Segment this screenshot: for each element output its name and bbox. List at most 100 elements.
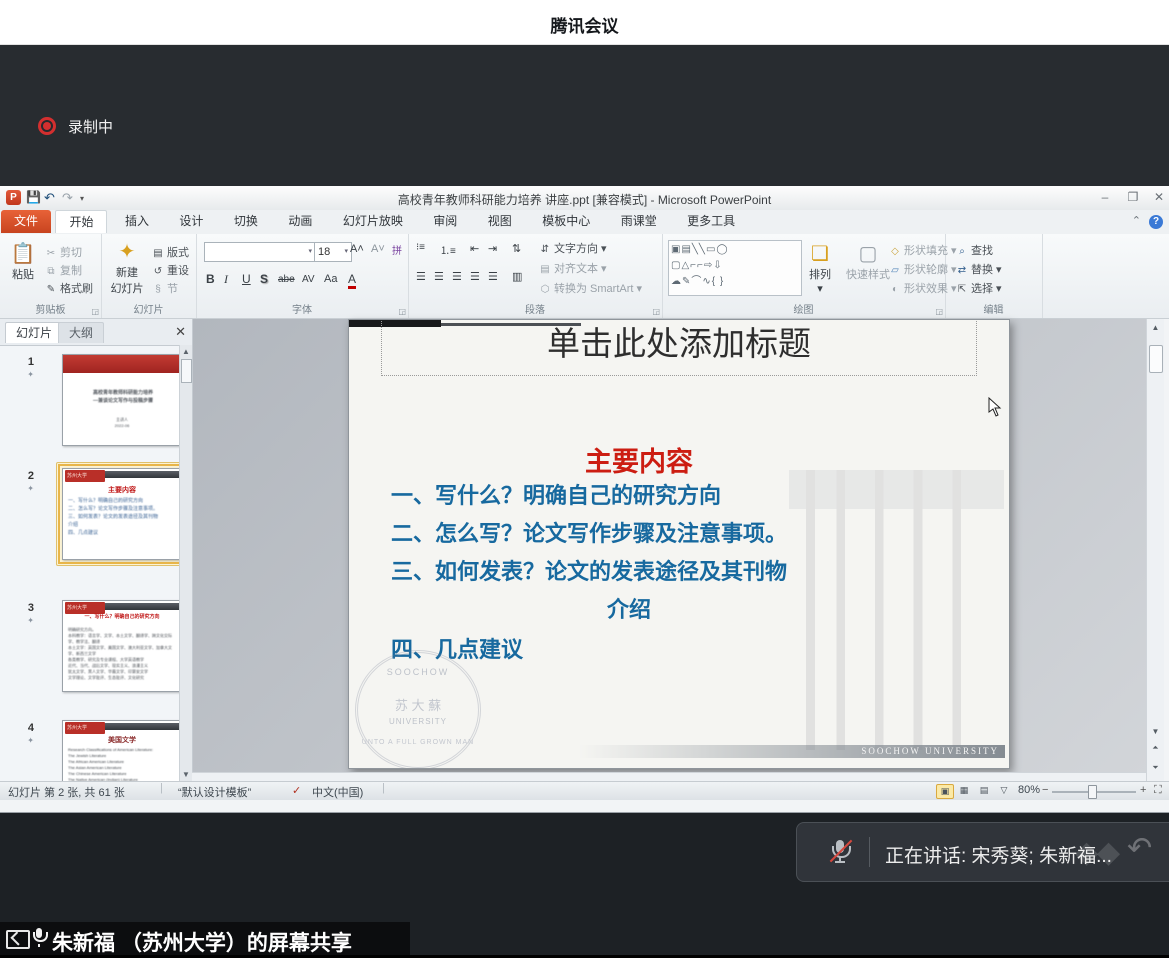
text-direction-button[interactable]: ⇵文字方向 ▾ xyxy=(538,240,607,256)
font-dialog-launcher-icon[interactable]: ◲ xyxy=(398,307,406,316)
tab-transitions[interactable]: 切换 xyxy=(221,210,271,233)
shrink-font-icon[interactable]: A˅ xyxy=(371,243,385,255)
tab-home[interactable]: 开始 xyxy=(55,210,107,233)
quick-styles-button[interactable]: ▢ 快速样式 xyxy=(842,242,894,282)
tab-view[interactable]: 视图 xyxy=(475,210,525,233)
editing-canvas[interactable]: 单击此处添加标题 主要内容 一、写什么？明确自己的研究方向 二、怎么写？论文写作… xyxy=(192,319,1146,781)
slide-sorter-view-button[interactable]: ▦ xyxy=(956,784,972,797)
tab-design[interactable]: 设计 xyxy=(166,210,216,233)
font-size-combo[interactable]: 18▾ xyxy=(314,242,352,262)
font-name-combo[interactable]: ▾ xyxy=(204,242,316,262)
tab-slides-thumbnails[interactable]: 幻灯片 xyxy=(5,322,63,343)
scroll-down-icon[interactable]: ▼ xyxy=(180,770,192,779)
tab-animations[interactable]: 动画 xyxy=(275,210,325,233)
collapse-ribbon-icon[interactable]: ⌃ xyxy=(1132,215,1141,227)
help-icon[interactable]: ? xyxy=(1149,215,1163,229)
tab-more-tools[interactable]: 更多工具 xyxy=(674,210,748,233)
thumbnail-scrollbar[interactable]: ▲ ▼ xyxy=(179,345,192,781)
scroll-down-icon[interactable]: ▼ xyxy=(1147,727,1164,736)
align-right-icon[interactable]: ☰ xyxy=(452,270,462,283)
change-case-button[interactable]: Aa xyxy=(324,273,337,285)
scrollbar-thumb[interactable] xyxy=(181,359,192,383)
shapes-gallery[interactable]: ▣▤╲╲▭◯ ▢△⌐⌐⇨⇩ ☁✎⌒∿{ } xyxy=(668,240,802,296)
thumbnail-2[interactable]: 苏州大学 主要内容 一、写什么？明确自己的研究方向 二、怎么写？论文写作步骤及注… xyxy=(62,468,180,560)
tab-slideshow[interactable]: 幻灯片放映 xyxy=(330,210,416,233)
reset-button[interactable]: ↺重设 xyxy=(151,262,189,278)
zoom-out-icon[interactable]: − xyxy=(1042,784,1048,796)
minimize-button[interactable]: – xyxy=(1092,188,1118,206)
title-placeholder[interactable]: 单击此处添加标题 xyxy=(381,319,977,376)
new-slide-button[interactable]: ✦ 新建 幻灯片 xyxy=(105,240,149,296)
align-center-icon[interactable]: ☰ xyxy=(434,270,444,283)
align-left-icon[interactable]: ☰ xyxy=(416,270,426,283)
increase-indent-icon[interactable]: ⇥ xyxy=(488,242,497,255)
zoom-in-icon[interactable]: + xyxy=(1140,784,1146,796)
tab-insert[interactable]: 插入 xyxy=(112,210,162,233)
watermark-diamond-icon: ◆ xyxy=(1097,835,1120,870)
tab-template-center[interactable]: 模板中心 xyxy=(529,210,603,233)
tab-review[interactable]: 审阅 xyxy=(420,210,470,233)
reading-view-button[interactable]: ▤ xyxy=(976,784,992,797)
copy-button[interactable]: ⧉复制 xyxy=(44,262,82,278)
arrange-button[interactable]: ❏ 排列▾ xyxy=(802,242,838,295)
underline-button[interactable]: U xyxy=(242,272,251,286)
tab-rain-classroom[interactable]: 雨课堂 xyxy=(608,210,670,233)
columns-icon[interactable]: ▥ xyxy=(512,270,522,283)
drawing-dialog-launcher-icon[interactable]: ◲ xyxy=(935,307,943,316)
decrease-indent-icon[interactable]: ⇤ xyxy=(470,242,479,255)
zoom-slider-thumb[interactable] xyxy=(1088,785,1097,799)
paragraph-dialog-launcher-icon[interactable]: ◲ xyxy=(652,307,660,316)
font-color-button[interactable]: A xyxy=(348,272,356,289)
thumbnail-3[interactable]: 苏州大学 一、写什么？明确自己的研究方向 明确研究方向。 本科教学：语言学、文学… xyxy=(62,600,180,692)
language-indicator[interactable]: 中文(中国) xyxy=(312,784,363,800)
phonetic-guide-icon[interactable]: 拼 xyxy=(392,242,402,257)
strikethrough-button[interactable]: abe xyxy=(278,274,295,285)
tab-file[interactable]: 文件 xyxy=(1,210,51,233)
thumbnail-4[interactable]: 苏州大学 美国文学 Research Classifications of Am… xyxy=(62,720,180,782)
section-button[interactable]: §节 xyxy=(151,280,178,296)
smartart-button[interactable]: ⬡转换为 SmartArt ▾ xyxy=(538,280,642,296)
slideshow-view-button[interactable]: ▽ xyxy=(996,784,1012,797)
cut-button[interactable]: ✂剪切 xyxy=(44,244,82,260)
normal-view-button[interactable]: ▣ xyxy=(936,784,954,799)
slide-editor[interactable]: 单击此处添加标题 主要内容 一、写什么？明确自己的研究方向 二、怎么写？论文写作… xyxy=(348,319,1010,769)
replace-button[interactable]: ⇄替换 ▾ xyxy=(955,261,1002,277)
find-button[interactable]: ⌕查找 xyxy=(955,242,993,258)
zoom-percent[interactable]: 80% xyxy=(1018,784,1040,796)
close-panel-icon[interactable]: ✕ xyxy=(175,324,186,340)
scroll-up-icon[interactable]: ▲ xyxy=(1147,323,1164,332)
thumbnail-1[interactable]: 高校青年教师科研能力培养 —兼谈论文写作与投稿步骤 主讲人 2022-06 xyxy=(62,354,180,446)
grow-font-icon[interactable]: A˄ xyxy=(350,243,364,255)
distribute-icon[interactable]: ☰ xyxy=(488,270,498,283)
select-button[interactable]: ⇱选择 ▾ xyxy=(955,280,1002,296)
thumbnail-list[interactable]: 1 ✦ 高校青年教师科研能力培养 —兼谈论文写作与投稿步骤 主讲人 2022-0… xyxy=(0,345,180,782)
slides-panel: 幻灯片 大纲 ✕ 1 ✦ 高校青年教师科研能力培养 —兼谈论文写作与投稿步骤 主… xyxy=(0,319,193,781)
numbering-icon[interactable]: ⒈≡ xyxy=(440,242,456,257)
theme-name[interactable]: “默认设计模板” xyxy=(178,784,251,800)
text-shadow-button[interactable]: S xyxy=(260,272,268,286)
clipboard-dialog-launcher-icon[interactable]: ◲ xyxy=(91,307,99,316)
ppt-titlebar[interactable]: P 💾 ↶ ↷ ▾ 高校青年教师科研能力培养 讲座.ppt [兼容模式] - M… xyxy=(0,186,1169,211)
fit-to-window-icon[interactable]: ⛶ xyxy=(1154,784,1162,797)
paste-button[interactable]: 📋 粘贴 xyxy=(6,242,40,282)
bold-button[interactable]: B xyxy=(206,272,215,286)
justify-icon[interactable]: ☰ xyxy=(470,270,480,283)
vertical-scrollbar[interactable]: ▲ ▼ ⏶ ⏷ xyxy=(1146,319,1164,781)
previous-slide-icon[interactable]: ⏶ xyxy=(1147,743,1164,753)
slide-item-4: 四、几点建议 xyxy=(391,632,991,664)
restore-button[interactable]: ❐ xyxy=(1120,188,1146,206)
format-painter-button[interactable]: ✎格式刷 xyxy=(44,280,93,296)
align-text-button[interactable]: ▤对齐文本 ▾ xyxy=(538,260,607,276)
scroll-up-icon[interactable]: ▲ xyxy=(180,347,192,356)
tab-outline[interactable]: 大纲 xyxy=(58,322,104,343)
italic-button[interactable]: I xyxy=(224,272,228,287)
layout-button[interactable]: ▤版式 xyxy=(151,244,189,260)
close-button[interactable]: ✕ xyxy=(1146,188,1169,206)
next-slide-icon[interactable]: ⏷ xyxy=(1147,763,1164,773)
scrollbar-thumb[interactable] xyxy=(1149,345,1163,373)
char-spacing-button[interactable]: AV xyxy=(302,274,315,285)
bullets-icon[interactable]: ⁝≡ xyxy=(416,242,425,253)
spell-check-icon[interactable]: ✓ xyxy=(292,784,301,797)
line-spacing-icon[interactable]: ⇅ xyxy=(512,242,521,255)
layout-icon: ▤ xyxy=(151,248,165,259)
